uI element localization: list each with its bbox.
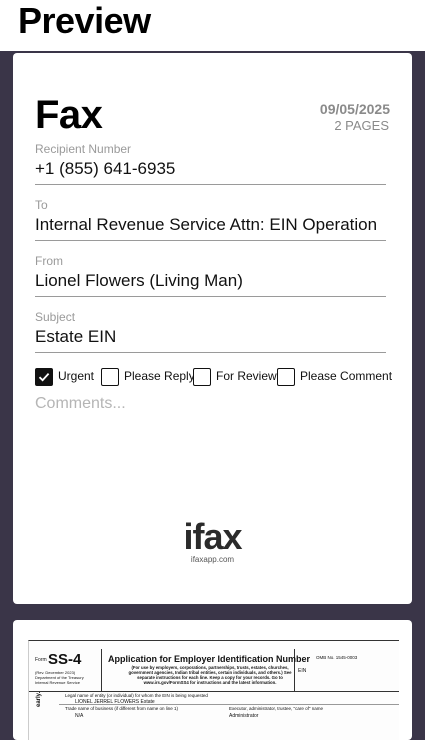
document-page-preview[interactable]: Form SS-4 (Rev. December 2023) Departmen… (13, 620, 412, 740)
fax-title: Fax (35, 93, 103, 137)
ifax-logo: ifax ifaxapp.com (13, 516, 412, 565)
from-value[interactable]: Lionel Flowers (Living Man) (35, 268, 386, 297)
from-label: From (35, 254, 63, 268)
to-value[interactable]: Internal Revenue Service Attn: EIN Opera… (35, 212, 386, 241)
form-revision: (Rev. December 2023) Department of the T… (35, 670, 93, 685)
please-reply-label: Please Reply (124, 369, 195, 383)
recipient-value[interactable]: +1 (855) 641-6935 (35, 156, 386, 185)
recipient-label: Recipient Number (35, 142, 132, 156)
line3-label: Executor, administrator, trustee, "care … (229, 706, 323, 711)
to-label: To (35, 198, 48, 212)
fax-cover-page[interactable]: Fax 09/05/2025 2 PAGES Recipient Number … (13, 53, 412, 604)
ss4-form-image: Form SS-4 (Rev. December 2023) Departmen… (28, 640, 399, 740)
checkbox-empty-icon[interactable] (277, 368, 295, 386)
side-text: early. (36, 691, 42, 707)
form-subtitle: (For use by employers, corporations, par… (128, 665, 292, 685)
department: Department of the Treasury Internal Reve… (35, 675, 84, 685)
logo-url: ifaxapp.com (190, 555, 235, 564)
subject-value[interactable]: Estate EIN (35, 324, 386, 353)
subject-label: Subject (35, 310, 76, 324)
urgent-label: Urgent (58, 369, 95, 383)
for-review-label: For Review (216, 369, 277, 383)
checkbox-group: Urgent Please Reply For Review Please Co… (35, 367, 405, 387)
line2-value: N/A (75, 713, 84, 719)
form-prefix: Form (35, 657, 47, 663)
divider (101, 649, 102, 691)
page-count: 2 PAGES (334, 118, 389, 133)
line3-value: Administrator (229, 713, 259, 719)
line1-value: LIONEL JERREL FLOWERS Estate (75, 699, 155, 705)
line2-label: Trade name of business (if different fro… (65, 706, 179, 711)
line1-label: Legal name of entity (or individual) for… (65, 693, 208, 698)
divider (29, 691, 399, 692)
omb-number: OMB No. 1545-0003 (316, 655, 358, 660)
logo-wordmark: ifax (183, 516, 242, 557)
form-title: Application for Employer Identification … (108, 654, 311, 664)
to-field[interactable]: To Internal Revenue Service Attn: EIN Op… (35, 198, 386, 241)
ein-box-label: EIN (298, 668, 307, 674)
checkbox-checked-icon[interactable] (35, 368, 53, 386)
top-bar: Preview (0, 0, 425, 51)
from-field[interactable]: From Lionel Flowers (Living Man) (35, 254, 386, 297)
form-name: SS-4 (48, 651, 82, 668)
comments-field[interactable]: Comments... (35, 395, 126, 413)
subject-field[interactable]: Subject Estate EIN (35, 310, 386, 353)
fax-date: 09/05/2025 (319, 101, 390, 117)
please-comment-label: Please Comment (300, 369, 393, 383)
recipient-field[interactable]: Recipient Number +1 (855) 641-6935 (35, 142, 386, 185)
page-title: Preview (18, 0, 151, 41)
checkbox-empty-icon[interactable] (101, 368, 119, 386)
checkbox-empty-icon[interactable] (193, 368, 211, 386)
